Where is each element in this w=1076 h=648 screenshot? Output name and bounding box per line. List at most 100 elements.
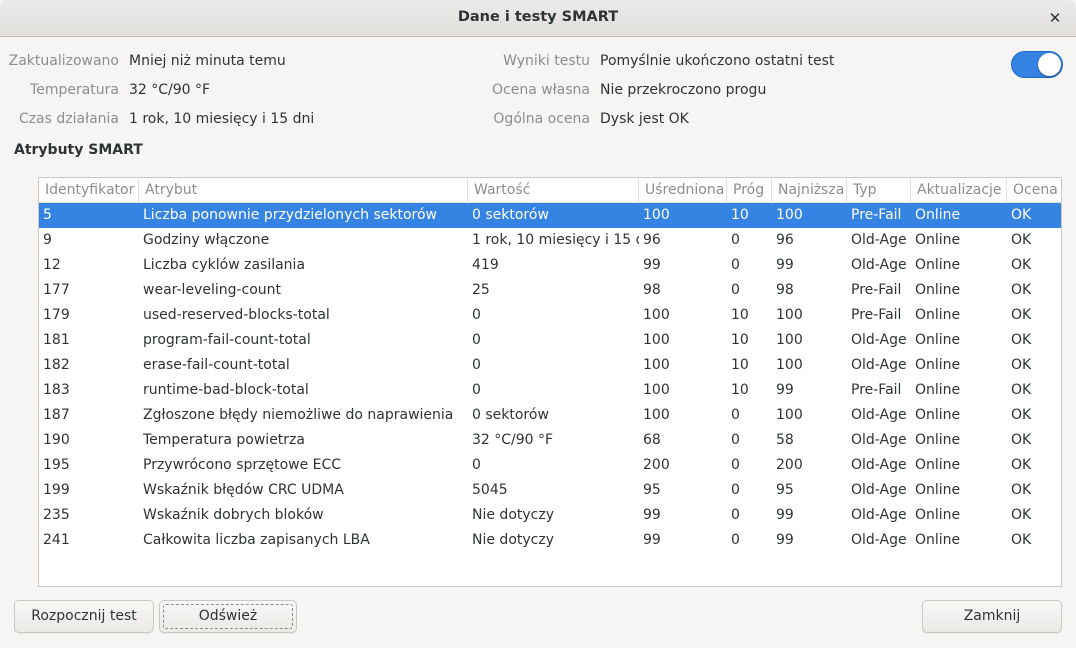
- cell-type: Old-Age: [851, 357, 907, 373]
- column-header-id[interactable]: Identyfikator: [39, 178, 139, 203]
- cell-normalized: 99: [643, 532, 661, 548]
- cell-value: 419: [472, 257, 499, 273]
- cell-type: Old-Age: [851, 532, 907, 548]
- info-label-test-results: Wyniki testu: [503, 53, 590, 69]
- cell-worst: 100: [776, 307, 803, 323]
- column-header-attribute[interactable]: Atrybut: [139, 178, 468, 203]
- cell-worst: 99: [776, 382, 794, 398]
- table-row[interactable]: 182 erase-fail-count-total 0 100 10 100 Old-Ag…: [39, 353, 1061, 378]
- cell-type: Old-Age: [851, 457, 907, 473]
- cell-attribute: Całkowita liczba zapisanych LBA: [143, 532, 370, 548]
- cell-worst: 95: [776, 482, 794, 498]
- cell-normalized: 99: [643, 507, 661, 523]
- refresh-button[interactable]: Odśwież: [159, 600, 297, 633]
- cell-attribute: Godziny włączone: [143, 232, 270, 248]
- cell-assessment: OK: [1011, 432, 1032, 448]
- info-value-temperature: 32 °C/90 °F: [129, 82, 211, 98]
- table-row[interactable]: 235 Wskaźnik dobrych bloków Nie dotyczy 99 0…: [39, 503, 1061, 528]
- cell-worst: 99: [776, 257, 794, 273]
- title-bar: Dane i testy SMART ✕: [0, 0, 1076, 37]
- table-row[interactable]: 181 program-fail-count-total 0 100 10 100 Old-…: [39, 328, 1061, 353]
- cell-updates: Online: [915, 382, 961, 398]
- window-title: Dane i testy SMART: [457, 9, 619, 25]
- cell-threshold: 10: [731, 382, 749, 398]
- cell-threshold: 10: [731, 207, 749, 223]
- cell-type: Old-Age: [851, 232, 907, 248]
- cell-threshold: 0: [731, 257, 740, 273]
- table-row[interactable]: 183 runtime-bad-block-total 0 100 10 99 Pre-Fa…: [39, 378, 1061, 403]
- table-row[interactable]: 9 Godziny włączone 1 rok, 10 miesięcy i 15…: [39, 228, 1061, 253]
- cell-threshold: 0: [731, 282, 740, 298]
- info-right-row-2: Ogólna ocena Dysk jest OK: [400, 109, 1000, 129]
- table-row[interactable]: 187 Zgłoszone błędy niemożliwe do naprawi…: [39, 403, 1061, 428]
- cell-id: 199: [43, 482, 70, 498]
- table-row[interactable]: 12 Liczba cyklów zasilania 419 99 0 99 Old-Age…: [39, 253, 1061, 278]
- cell-threshold: 0: [731, 232, 740, 248]
- cell-worst: 99: [776, 507, 794, 523]
- column-header-updates[interactable]: Aktualizacje: [911, 178, 1007, 203]
- cell-id: 195: [43, 457, 70, 473]
- cell-normalized: 100: [643, 307, 670, 323]
- table-row[interactable]: 190 Temperatura powietrza 32 °C/90 °F 68 0 58…: [39, 428, 1061, 453]
- cell-id: 5: [43, 207, 52, 223]
- cell-threshold: 0: [731, 457, 740, 473]
- cell-assessment: OK: [1011, 207, 1032, 223]
- cell-assessment: OK: [1011, 407, 1032, 423]
- cell-threshold: 0: [731, 532, 740, 548]
- cell-value: 0: [472, 457, 481, 473]
- smart-enable-toggle[interactable]: [1011, 51, 1063, 78]
- cell-assessment: OK: [1011, 332, 1032, 348]
- column-header-value[interactable]: Wartość: [468, 178, 639, 203]
- cell-updates: Online: [915, 432, 961, 448]
- toggle-knob: [1038, 53, 1061, 76]
- cell-value: 32 °C/90 °F: [472, 432, 554, 448]
- cell-type: Old-Age: [851, 257, 907, 273]
- start-test-button[interactable]: Rozpocznij test: [14, 600, 154, 633]
- cell-attribute: Temperatura powietrza: [143, 432, 305, 448]
- cell-value: 25: [472, 282, 490, 298]
- cell-id: 181: [43, 332, 70, 348]
- cell-id: 235: [43, 507, 70, 523]
- table-row[interactable]: 177 wear-leveling-count 25 98 0 98 Pre-Fail Onl…: [39, 278, 1061, 303]
- cell-updates: Online: [915, 407, 961, 423]
- cell-type: Old-Age: [851, 482, 907, 498]
- cell-worst: 58: [776, 432, 794, 448]
- cell-normalized: 100: [643, 382, 670, 398]
- table-row[interactable]: 5 Liczba ponownie przydzielonych sektorów…: [39, 203, 1061, 228]
- info-label-overall: Ogólna ocena: [493, 111, 590, 127]
- table-row[interactable]: 179 used-reserved-blocks-total 0 100 10 100 Pr…: [39, 303, 1061, 328]
- close-button[interactable]: Zamknij: [922, 600, 1062, 633]
- cell-assessment: OK: [1011, 257, 1032, 273]
- table-row[interactable]: 199 Wskaźnik błędów CRC UDMA 5045 95 0 95 Old-…: [39, 478, 1061, 503]
- column-header-worst[interactable]: Najniższa: [772, 178, 847, 203]
- column-header-type[interactable]: Typ: [847, 178, 911, 203]
- cell-worst: 100: [776, 332, 803, 348]
- column-header-assessment[interactable]: Ocena: [1007, 178, 1061, 203]
- column-header-threshold[interactable]: Próg: [727, 178, 772, 203]
- cell-attribute: used-reserved-blocks-total: [143, 307, 330, 323]
- cell-attribute: program-fail-count-total: [143, 332, 311, 348]
- cell-worst: 98: [776, 282, 794, 298]
- cell-threshold: 10: [731, 307, 749, 323]
- cell-type: Old-Age: [851, 407, 907, 423]
- cell-normalized: 98: [643, 282, 661, 298]
- cell-attribute: Wskaźnik dobrych bloków: [143, 507, 324, 523]
- cell-attribute: Zgłoszone błędy niemożliwe do naprawieni…: [143, 407, 454, 423]
- info-right-row-1: Ocena własna Nie przekroczono progu: [400, 80, 1000, 100]
- close-icon[interactable]: ✕: [1046, 8, 1064, 28]
- cell-threshold: 10: [731, 332, 749, 348]
- cell-value: Nie dotyczy: [472, 507, 554, 523]
- cell-updates: Online: [915, 507, 961, 523]
- table-row[interactable]: 241 Całkowita liczba zapisanych LBA Nie do…: [39, 528, 1061, 553]
- cell-id: 9: [43, 232, 52, 248]
- cell-worst: 100: [776, 407, 803, 423]
- table-row[interactable]: 195 Przywrócono sprzętowe ECC 0 200 0 200 Old-…: [39, 453, 1061, 478]
- cell-value: 1 rok, 10 miesięcy i 15 dni: [472, 232, 639, 248]
- info-right-row-0: Wyniki testu Pomyślnie ukończono ostatni…: [400, 51, 1000, 71]
- info-label-temperature: Temperatura: [30, 82, 119, 98]
- cell-attribute: Liczba cyklów zasilania: [143, 257, 306, 273]
- cell-assessment: OK: [1011, 457, 1032, 473]
- cell-updates: Online: [915, 207, 961, 223]
- column-header-normalized[interactable]: Uśredniona: [639, 178, 727, 203]
- cell-updates: Online: [915, 257, 961, 273]
